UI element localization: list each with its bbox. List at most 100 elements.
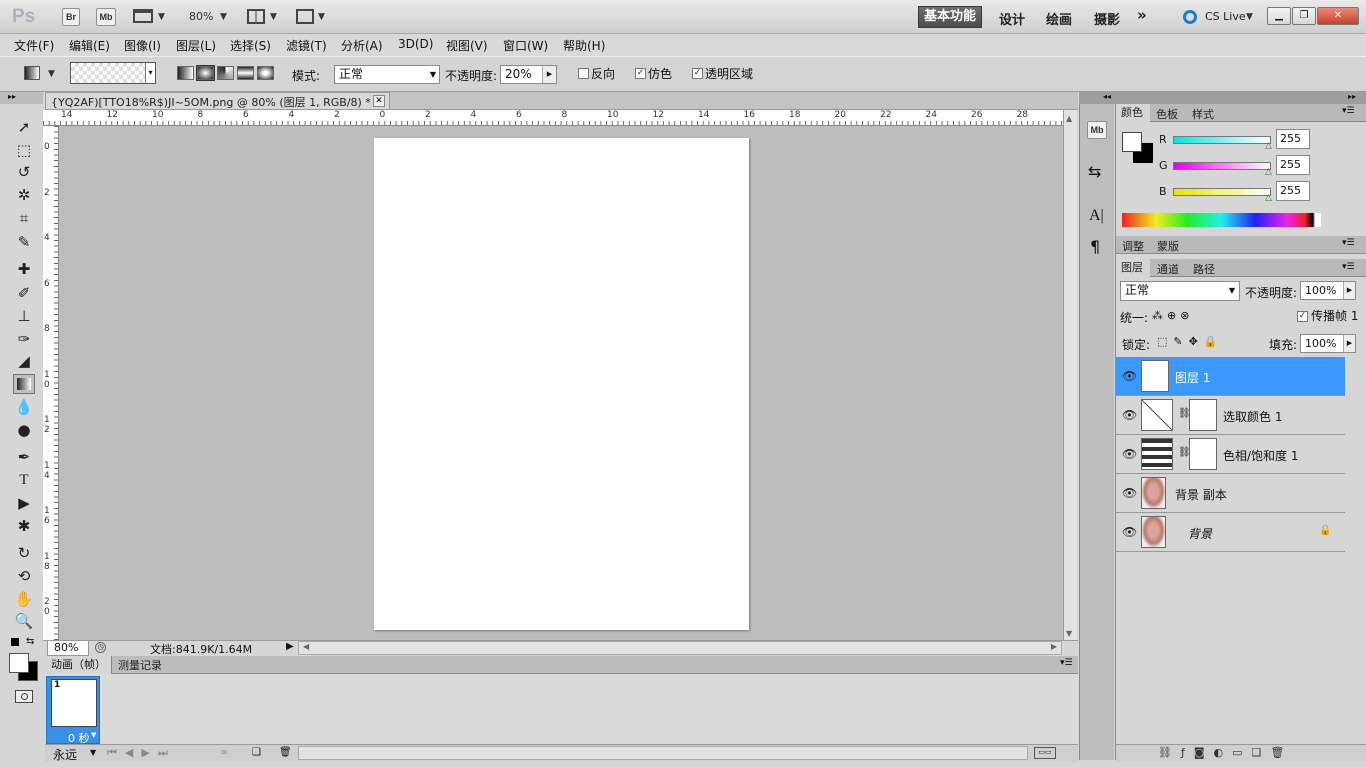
minimize-button[interactable]: ▁	[1267, 7, 1291, 25]
zoom-tool-icon[interactable]: 🔍	[13, 611, 35, 631]
collapse-arrows-icon[interactable]: ▸▸	[1348, 92, 1356, 102]
menu-file[interactable]: 文件(F)	[14, 37, 54, 54]
chevron-down-icon[interactable]: ▼	[270, 12, 277, 22]
color-spectrum-bar[interactable]	[1122, 213, 1321, 227]
chevron-down-icon[interactable]: ▼	[48, 69, 55, 79]
mini-bridge-panel-icon[interactable]: Mb	[1087, 121, 1107, 139]
horizontal-ruler[interactable]: 1412108642024681012141618202224262830	[43, 110, 1063, 126]
mini-bridge-button[interactable]: Mb	[96, 8, 116, 26]
arrange-documents-icon[interactable]	[247, 9, 265, 24]
menu-select[interactable]: 选择(S)	[230, 37, 271, 54]
eraser-tool-icon[interactable]: ◢	[13, 351, 35, 371]
quick-mask-icon[interactable]	[15, 690, 33, 703]
tab-measurement-log[interactable]: 测量记录	[118, 657, 162, 673]
channel-g-value[interactable]: 255	[1276, 155, 1310, 175]
propagate-frame-checkbox[interactable]: ✓	[1297, 311, 1308, 322]
hand-tool-icon[interactable]: ✋	[13, 589, 35, 609]
layer-row[interactable]: 👁 ⛓ 色相/饱和度 1	[1116, 435, 1345, 474]
channel-r-slider[interactable]	[1173, 136, 1271, 144]
tab-paths[interactable]: 路径	[1193, 261, 1215, 277]
workspace-photography[interactable]: 摄影	[1094, 9, 1120, 28]
chevron-down-icon[interactable]: ▼	[220, 12, 227, 22]
menu-image[interactable]: 图像(I)	[124, 37, 161, 54]
channel-b-value[interactable]: 255	[1276, 181, 1310, 201]
loop-options[interactable]: 永远	[53, 746, 77, 763]
opacity-slider-arrow-icon[interactable]: ▶	[542, 66, 556, 83]
tab-channels[interactable]: 通道	[1157, 261, 1179, 277]
gradient-preview[interactable]	[70, 62, 156, 84]
document-canvas[interactable]	[374, 138, 749, 630]
panel-menu-icon[interactable]: ▾☰	[1342, 262, 1355, 272]
dodge-tool-icon[interactable]: ●	[13, 420, 35, 440]
lasso-tool-icon[interactable]: ↺	[13, 162, 35, 182]
expand-arrows-icon[interactable]: ◂◂	[1103, 92, 1111, 102]
menu-analysis[interactable]: 分析(A)	[341, 37, 383, 54]
lock-icons[interactable]: ⬚✎✥🔒	[1157, 335, 1224, 348]
chevron-down-icon[interactable]: ▼	[90, 748, 96, 757]
scroll-down-icon[interactable]: ▼	[1066, 629, 1072, 638]
slider-handle-icon[interactable]: △	[1265, 167, 1272, 177]
radial-gradient-icon[interactable]	[196, 65, 215, 81]
fill-slider-arrow-icon[interactable]: ▶	[1343, 335, 1355, 352]
slider-handle-icon[interactable]: △	[1265, 193, 1272, 203]
opacity-slider-arrow-icon[interactable]: ▶	[1343, 282, 1355, 299]
eye-icon[interactable]: 👁	[1122, 486, 1137, 500]
menu-3d[interactable]: 3D(D)	[398, 37, 433, 51]
workspace-painting[interactable]: 绘画	[1046, 9, 1072, 28]
diamond-gradient-icon[interactable]	[257, 66, 274, 80]
eye-icon[interactable]: 👁	[1122, 369, 1137, 383]
reflected-gradient-icon[interactable]	[237, 66, 254, 80]
clone-stamp-tool-icon[interactable]: ⊥	[13, 306, 35, 326]
tab-adjustments[interactable]: 调整	[1122, 238, 1144, 254]
blend-mode-select[interactable]: 正常 ▼	[1120, 281, 1240, 301]
tool-preset-icon[interactable]	[24, 66, 40, 80]
layer-row[interactable]: 👁 背景 🔒	[1116, 513, 1345, 552]
tab-animation-frames[interactable]: 动画（帧）	[45, 656, 112, 674]
screen-mode-icon[interactable]	[296, 9, 314, 24]
menu-window[interactable]: 窗口(W)	[503, 37, 548, 54]
pen-tool-icon[interactable]: ✒	[13, 447, 35, 467]
status-menu-arrow-icon[interactable]: ▶	[286, 641, 294, 652]
blur-tool-icon[interactable]: 💧	[13, 397, 35, 417]
vertical-ruler[interactable]: 0 2 4 6 8 1 0 1 2 1 4 1 6 1 8 2 0	[43, 126, 59, 640]
move-tool-icon[interactable]: ➚	[13, 117, 35, 137]
crop-tool-icon[interactable]: ⌗	[13, 208, 35, 228]
workspace-essentials[interactable]: 基本功能	[918, 6, 982, 28]
layer-row[interactable]: 👁 图层 1	[1116, 357, 1345, 396]
healing-brush-tool-icon[interactable]: ✚	[13, 259, 35, 279]
eye-icon[interactable]: 👁	[1122, 525, 1137, 539]
restore-button[interactable]: ❐	[1292, 7, 1316, 25]
tab-color[interactable]: 颜色	[1116, 104, 1150, 122]
magic-wand-tool-icon[interactable]: ✲	[13, 185, 35, 205]
swap-colors-icon[interactable]: ⇆	[26, 636, 34, 647]
menu-layer[interactable]: 图层(L)	[176, 37, 216, 54]
gradient-tool-icon[interactable]	[13, 374, 35, 394]
foreground-color-swatch[interactable]	[9, 653, 29, 673]
custom-shape-tool-icon[interactable]: ✱	[13, 516, 35, 536]
frames-scrollbar[interactable]	[298, 746, 1028, 760]
transparency-checkbox[interactable]: ✓	[692, 68, 703, 79]
reverse-checkbox[interactable]	[578, 68, 589, 79]
eyedropper-tool-icon[interactable]: ✎	[13, 232, 35, 252]
type-tool-icon[interactable]: T	[13, 470, 35, 490]
close-button[interactable]: ✕	[1317, 7, 1359, 25]
dither-checkbox[interactable]: ✓	[635, 68, 646, 79]
history-panel-icon[interactable]: ⇆	[1088, 162, 1101, 181]
chevron-down-icon[interactable]: ▼	[1246, 12, 1253, 22]
default-colors-icon[interactable]	[11, 638, 19, 646]
tab-styles[interactable]: 样式	[1192, 106, 1214, 122]
angle-gradient-icon[interactable]	[217, 66, 234, 80]
layer-actions-icons[interactable]: ⛓ƒ◙◐▭❑🗑	[1158, 746, 1293, 759]
zoom-level[interactable]: 80%	[189, 10, 213, 23]
scroll-right-icon[interactable]: ▶	[1051, 642, 1057, 651]
mode-select[interactable]: 正常 ▼	[334, 65, 440, 84]
channel-r-value[interactable]: 255	[1276, 129, 1310, 149]
unify-icons[interactable]: ⁂⊕⊗	[1152, 309, 1193, 322]
status-info-icon[interactable]: ◷	[95, 642, 106, 653]
menu-edit[interactable]: 编辑(E)	[69, 37, 110, 54]
panel-menu-icon[interactable]: ▾☰	[1342, 106, 1355, 116]
menu-view[interactable]: 视图(V)	[446, 37, 488, 54]
cs-live-button[interactable]: CS Live	[1205, 10, 1246, 23]
chevron-down-icon[interactable]: ▼	[318, 12, 325, 22]
slider-handle-icon[interactable]: △	[1265, 141, 1272, 151]
